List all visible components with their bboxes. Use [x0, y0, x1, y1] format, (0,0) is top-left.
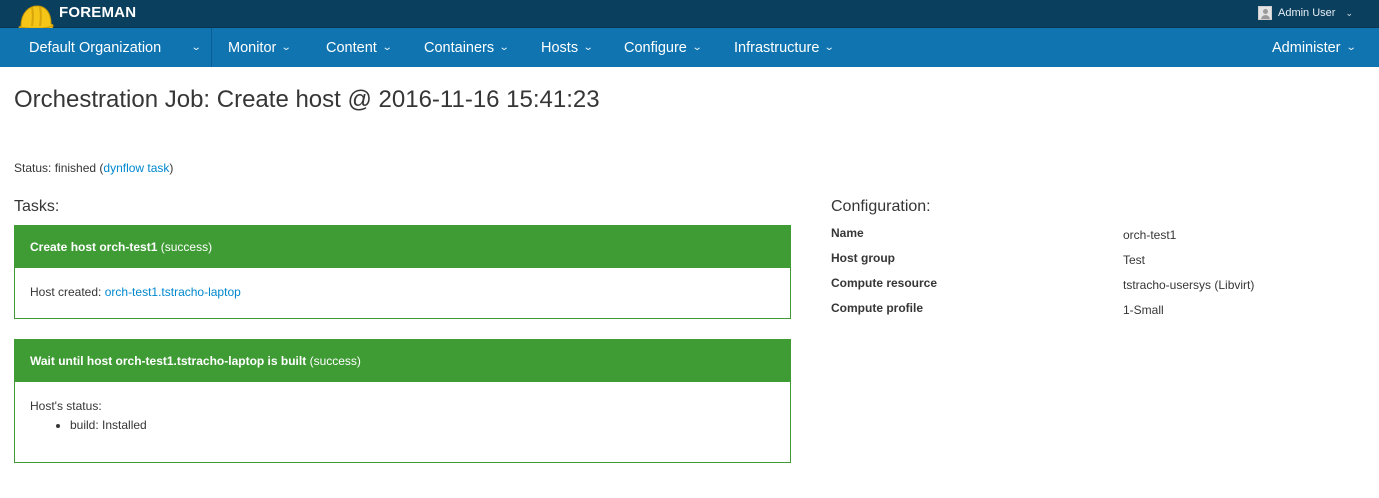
nav-infrastructure[interactable]: Infrastructure ⌄ [734, 28, 836, 67]
chevron-down-icon: ⌄ [190, 42, 202, 53]
status-suffix: ) [169, 161, 174, 175]
task-title: Wait until host orch-test1.tstracho-lapt… [30, 354, 307, 368]
chevron-down-icon: ⌄ [582, 42, 594, 53]
config-value: orch-test1 [1123, 228, 1177, 242]
chevron-down-icon: ⌄ [691, 42, 703, 53]
chevron-down-icon: ⌄ [824, 42, 836, 53]
config-row: Compute resource tstracho-usersys (Libvi… [831, 276, 1351, 296]
task-panel: Wait until host orch-test1.tstracho-lapt… [14, 339, 791, 463]
nav-content[interactable]: Content ⌄ [326, 28, 393, 67]
user-name: Admin User [1277, 7, 1336, 19]
page-title: Orchestration Job: Create host @ 2016-11… [14, 86, 600, 113]
host-status-list: build: Installed [70, 418, 775, 433]
chevron-down-icon: ⌄ [1345, 7, 1353, 18]
nav-item-label: Content [326, 39, 377, 56]
nav-item-label: Hosts [541, 39, 579, 56]
nav-configure[interactable]: Configure ⌄ [624, 28, 703, 67]
host-link[interactable]: orch-test1.tstracho-laptop [105, 285, 241, 299]
nav-hosts[interactable]: Hosts ⌄ [541, 28, 594, 67]
config-value: tstracho-usersys (Libvirt) [1123, 278, 1255, 292]
nav-item-label: Monitor [228, 39, 277, 56]
config-key: Name [831, 226, 864, 240]
task-title: Create host orch-test1 [30, 240, 158, 254]
nav-organization-label: Default Organization [29, 39, 162, 56]
config-value: Test [1123, 253, 1146, 267]
config-key: Compute profile [831, 301, 923, 315]
task-panel-header: Create host orch-test1 (success) [15, 226, 790, 268]
task-body-text: Host's status: [30, 399, 102, 413]
user-avatar-icon [1257, 6, 1272, 20]
top-bar: FOREMAN Admin User ⌄ [0, 0, 1379, 33]
config-row: Compute profile 1-Small [831, 301, 1351, 321]
nav-item-label: Configure [624, 39, 687, 56]
user-menu[interactable]: Admin User ⌄ [1257, 6, 1353, 20]
task-panel-header: Wait until host orch-test1.tstracho-lapt… [15, 340, 790, 382]
status-text: Status: finished ( [14, 161, 104, 175]
config-row: Name orch-test1 [831, 226, 1351, 246]
config-value: 1-Small [1123, 303, 1164, 317]
nav-monitor[interactable]: Monitor ⌄ [228, 28, 293, 67]
task-panel-body: Host created: orch-test1.tstracho-laptop [15, 268, 790, 316]
config-row: Host group Test [831, 251, 1351, 271]
task-body-text: Host created: [30, 285, 102, 299]
task-result: (success) [160, 240, 213, 254]
chevron-down-icon: ⌄ [1345, 42, 1357, 53]
task-result: (success) [309, 354, 361, 368]
task-panel-body: Host's status: build: Installed [15, 382, 790, 450]
nav-item-label: Containers [424, 39, 495, 56]
nav-administer[interactable]: Administer ⌄ [1272, 28, 1357, 67]
config-key: Host group [831, 251, 895, 265]
chevron-down-icon: ⌄ [498, 42, 510, 53]
brand-name[interactable]: FOREMAN [59, 4, 136, 21]
config-key: Compute resource [831, 276, 938, 290]
dynflow-task-link[interactable]: dynflow task [103, 161, 169, 175]
chevron-down-icon: ⌄ [281, 42, 293, 53]
list-item: build: Installed [70, 418, 775, 433]
nav-item-label: Administer [1272, 39, 1341, 56]
task-panel: Create host orch-test1 (success) Host cr… [14, 225, 791, 319]
nav-organization-menu[interactable]: Default Organization ⌄ [0, 28, 212, 67]
nav-item-label: Infrastructure [734, 39, 820, 56]
status-line: Status: finished (dynflow task) [14, 161, 173, 175]
chevron-down-icon: ⌄ [381, 42, 393, 53]
configuration-heading: Configuration: [831, 198, 931, 215]
tasks-heading: Tasks: [14, 198, 60, 215]
nav-containers[interactable]: Containers ⌄ [424, 28, 510, 67]
main-nav: Default Organization ⌄ Monitor ⌄ Content… [0, 28, 1379, 67]
